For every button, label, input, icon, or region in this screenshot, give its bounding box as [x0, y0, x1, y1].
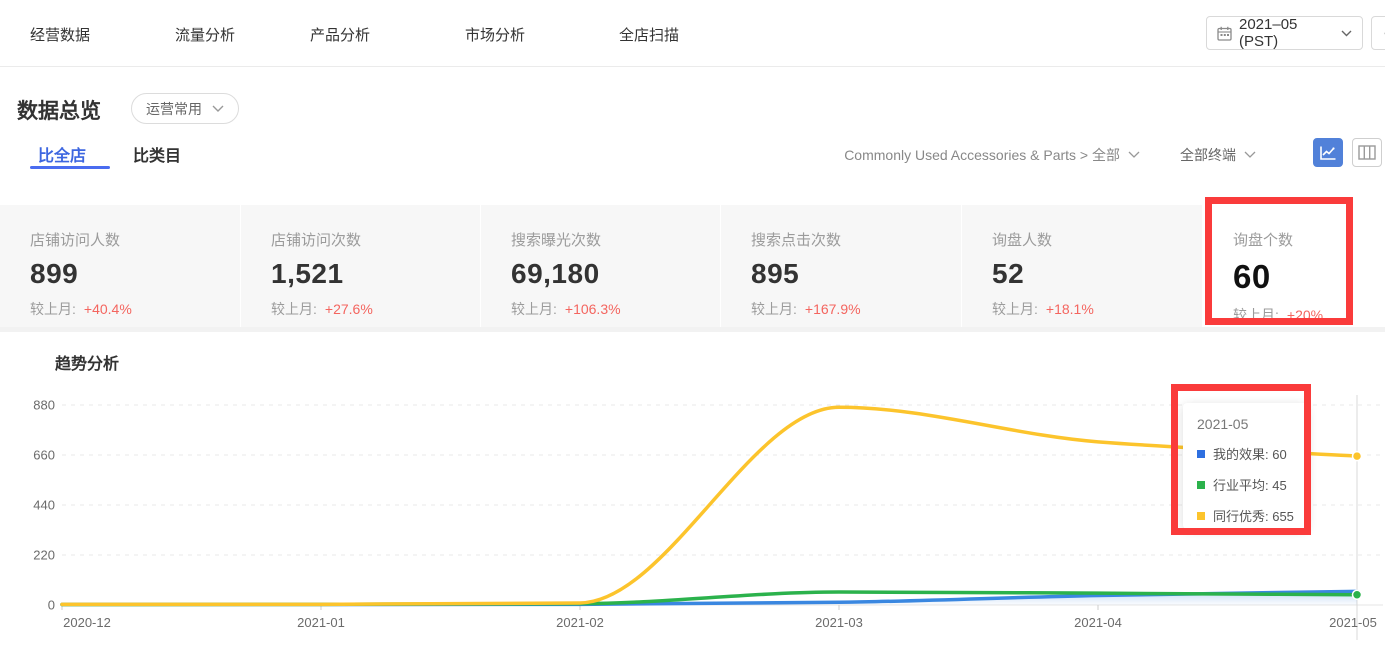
terminal-filter-dropdown[interactable]: 全部终端 [1180, 145, 1256, 165]
compare-label: 较上月: [30, 301, 76, 317]
tooltip-item-peer-excellent: 同行优秀: 655 [1197, 506, 1296, 525]
compare-label: 较上月: [992, 301, 1038, 317]
stat-label: 询盘人数 [992, 229, 1202, 250]
stat-card-inquiry-people[interactable]: 询盘人数 52 较上月: +18.1% [962, 205, 1202, 327]
stat-change: +40.4% [84, 301, 132, 317]
stat-label: 搜索点击次数 [751, 229, 961, 250]
tooltip-title: 2021-05 [1197, 416, 1296, 432]
tooltip-item-industry-average: 行业平均: 45 [1197, 475, 1296, 494]
y-axis-label: 880 [33, 398, 55, 413]
stat-value: 895 [751, 258, 961, 290]
legend-swatch-yellow [1197, 512, 1205, 520]
stat-card-search-impressions[interactable]: 搜索曝光次数 69,180 较上月: +106.3% [481, 205, 720, 327]
stat-change: +18.1% [1046, 301, 1094, 317]
y-axis-label: 440 [33, 498, 55, 513]
y-axis-label: 220 [33, 548, 55, 563]
table-view-button[interactable] [1352, 138, 1382, 167]
active-tab-underline [30, 166, 110, 169]
stat-value: 1,521 [271, 258, 480, 290]
category-filter-dropdown[interactable]: Commonly Used Accessories & Parts > 全部 [844, 145, 1140, 165]
stat-value: 52 [992, 258, 1202, 290]
trend-chart[interactable]: 0 220 440 660 880 2020-12 2021-01 2021-02 2021-0… [0, 390, 1385, 646]
terminal-filter-value: 全部终端 [1180, 145, 1236, 165]
category-filter-value: Commonly Used Accessories & Parts > 全部 [844, 145, 1120, 165]
chevron-down-icon [1244, 151, 1256, 159]
tab-vs-whole-store[interactable]: 比全店 [38, 142, 86, 166]
compare-label: 较上月: [271, 301, 317, 317]
chevron-down-icon [1128, 151, 1140, 159]
chart-tooltip: 2021-05 我的效果: 60 行业平均: 45 同行优秀: 655 [1183, 403, 1308, 529]
date-picker[interactable]: 2021–05 (PST) [1206, 16, 1363, 50]
compare-label: 较上月: [1233, 307, 1279, 323]
tooltip-item-text: 同行优秀: 655 [1213, 506, 1294, 525]
end-dot-peer-excellent [1353, 452, 1362, 461]
tooltip-item-text: 行业平均: 45 [1213, 475, 1287, 494]
legend-swatch-blue [1197, 450, 1205, 458]
x-axis-label: 2021-04 [1074, 615, 1122, 630]
stat-change: +20% [1287, 307, 1323, 323]
y-axis-label: 660 [33, 448, 55, 463]
stat-label: 询盘个数 [1233, 229, 1385, 250]
trend-chart-svg: 0 220 440 660 880 2020-12 2021-01 2021-02 2021-0… [0, 390, 1385, 646]
stat-value: 69,180 [511, 258, 720, 290]
y-axis-label: 0 [48, 598, 55, 613]
stat-card-inquiry-count[interactable]: 询盘个数 60 较上月: +20% [1203, 205, 1385, 327]
table-view-icon [1358, 145, 1376, 160]
x-axis-label: 2021-02 [556, 615, 604, 630]
page-title: 数据总览 [17, 95, 101, 125]
stat-change: +167.9% [805, 301, 861, 317]
nav-item-store-scan[interactable]: 全店扫描 [619, 24, 679, 45]
tooltip-item-text: 我的效果: 60 [1213, 444, 1287, 463]
stat-card-search-clicks[interactable]: 搜索点击次数 895 较上月: +167.9% [721, 205, 961, 327]
end-dot-industry-average [1353, 590, 1362, 599]
stat-label: 搜索曝光次数 [511, 229, 720, 250]
prev-period-button[interactable]: < [1371, 16, 1385, 50]
stat-label: 店铺访问次数 [271, 229, 480, 250]
compare-label: 较上月: [751, 301, 797, 317]
x-axis-label: 2021-01 [297, 615, 345, 630]
line-chart-view-icon [1319, 145, 1337, 161]
stat-change: +106.3% [565, 301, 621, 317]
x-axis-label: 2021-05 [1329, 615, 1377, 630]
legend-swatch-green [1197, 481, 1205, 489]
top-nav-bar: 经营数据 流量分析 产品分析 市场分析 全店扫描 2021–05 (PST) [0, 0, 1385, 67]
preset-dropdown-value: 运营常用 [146, 99, 202, 119]
cards-bottom-strip [0, 327, 1385, 332]
tooltip-item-my-performance: 我的效果: 60 [1197, 444, 1296, 463]
x-axis-label: 2020-12 [63, 615, 111, 630]
dashboard-page: 经营数据 流量分析 产品分析 市场分析 全店扫描 2021–05 (PST) [0, 0, 1385, 646]
stat-card-store-visitors[interactable]: 店铺访问人数 899 较上月: +40.4% [0, 205, 240, 327]
tab-vs-category[interactable]: 比类目 [133, 142, 181, 166]
x-axis-label: 2021-03 [815, 615, 863, 630]
nav-item-market-analysis[interactable]: 市场分析 [465, 24, 525, 45]
stat-change: +27.6% [325, 301, 373, 317]
line-chart-view-button[interactable] [1313, 138, 1343, 167]
compare-label: 较上月: [511, 301, 557, 317]
calendar-icon [1217, 26, 1232, 41]
stat-value: 60 [1233, 258, 1385, 296]
stat-label: 店铺访问人数 [30, 229, 240, 250]
stat-value: 899 [30, 258, 240, 290]
trend-section-title: 趋势分析 [55, 350, 119, 374]
chevron-down-icon [212, 105, 224, 113]
nav-item-traffic-analysis[interactable]: 流量分析 [175, 24, 235, 45]
chevron-down-icon [1341, 30, 1352, 37]
nav-item-business-data[interactable]: 经营数据 [30, 24, 90, 45]
stat-card-store-visits[interactable]: 店铺访问次数 1,521 较上月: +27.6% [241, 205, 480, 327]
nav-item-product-analysis[interactable]: 产品分析 [310, 24, 370, 45]
preset-dropdown[interactable]: 运营常用 [131, 93, 239, 124]
date-picker-value: 2021–05 (PST) [1239, 16, 1334, 50]
line-peer-excellent [62, 407, 1357, 604]
